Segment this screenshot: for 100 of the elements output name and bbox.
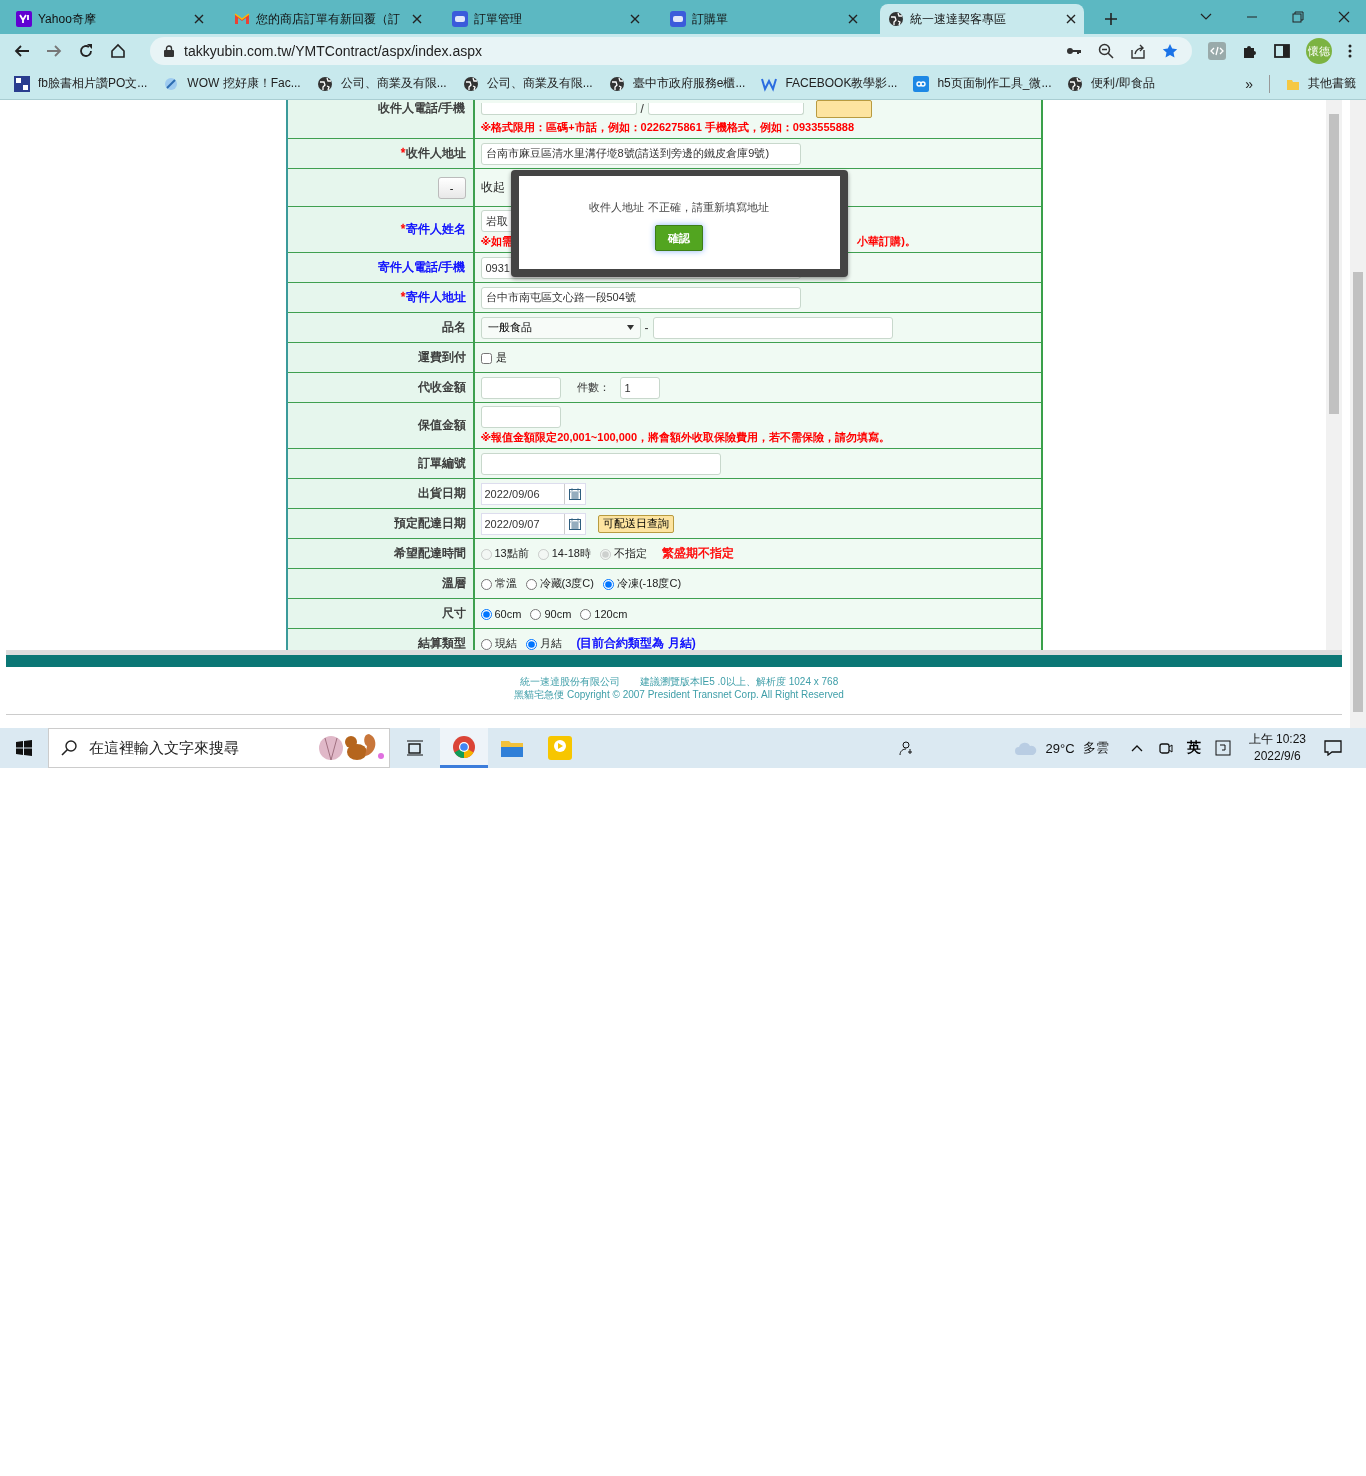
field-label: 結算類型 (417, 635, 466, 650)
star-icon[interactable] (1162, 43, 1178, 59)
count-field[interactable]: 1 (619, 376, 660, 399)
browser-tab[interactable]: Yahoo奇摩 (8, 4, 212, 34)
more-icon[interactable] (1348, 43, 1352, 59)
task-view-icon[interactable] (406, 740, 424, 756)
globe-icon (1067, 75, 1084, 92)
bookmark[interactable]: 公司、商業及有限... (462, 75, 593, 92)
note-text: ※報值金額限定20,001~100,000，將會額外收取保險費用，若不需保險，請勿填寫。 (480, 430, 892, 445)
browser-tab[interactable]: 統一速達契客專區 (880, 4, 1084, 34)
meet-icon[interactable] (1158, 741, 1173, 755)
radio-label: 60cm (494, 607, 522, 620)
restore-icon[interactable] (1292, 11, 1304, 23)
scrollbar[interactable] (1350, 100, 1366, 728)
close-icon[interactable] (848, 14, 858, 24)
field-label: 保值金額 (417, 417, 466, 434)
bookmark[interactable]: 便利/即食品 (1067, 75, 1155, 92)
notification-icon[interactable] (1324, 740, 1342, 756)
windows-start-icon[interactable] (16, 740, 32, 756)
radio-button[interactable] (480, 639, 492, 650)
bookmark[interactable]: fb臉書相片讚PO文... (14, 75, 148, 92)
bookmark[interactable]: h5页面制作工具_微... (913, 75, 1052, 92)
browser-tab[interactable]: 訂單管理 (444, 4, 648, 34)
checkbox[interactable] (480, 353, 492, 364)
calendar-icon[interactable] (568, 487, 581, 500)
chevron-down-icon[interactable] (1200, 13, 1212, 21)
text-field[interactable]: 台中市南屯區文心路一段504號 (480, 286, 801, 309)
radio-button[interactable] (480, 609, 492, 620)
delivery-date-query-button[interactable]: 可配送日查詢 (597, 514, 674, 533)
section-text: 收起 (480, 179, 506, 196)
item-name-field[interactable] (652, 316, 893, 339)
browser-tab[interactable]: 您的商店訂單有新回覆（訂 (226, 4, 430, 34)
clock-date[interactable]: 2022/9/6 (1253, 748, 1301, 765)
close-icon[interactable] (194, 14, 204, 24)
date-field[interactable]: 2022/09/06 (480, 482, 586, 505)
radio-label: 不指定 (613, 546, 647, 561)
radio-button[interactable] (580, 609, 592, 620)
collapse-button[interactable]: - (437, 176, 466, 199)
address-bar[interactable]: takkyubin.com.tw/YMTContract/aspx/index.aspx (150, 37, 1192, 65)
radio-label: 13點前 (494, 546, 529, 561)
note-text: (目前合約類型為 月結) (576, 635, 696, 650)
text-field[interactable] (480, 452, 721, 475)
checkbox-label: 是 (495, 350, 507, 365)
radio-button[interactable] (530, 609, 542, 620)
close-icon[interactable] (1066, 14, 1076, 24)
clock-time[interactable]: 上午 10:23 (1248, 731, 1306, 748)
temperature-text: 29°C (1045, 740, 1075, 756)
calendar-icon[interactable] (568, 517, 581, 530)
side-panel-icon[interactable] (1274, 43, 1290, 59)
radio-button[interactable] (480, 579, 492, 590)
more-bookmarks-button[interactable]: » (1245, 75, 1253, 92)
tab-title: 訂單管理 (474, 10, 523, 28)
radio-label: 120cm (594, 607, 628, 620)
taskbar-search-box[interactable]: 在這裡輸入文字來搜尋 (48, 728, 390, 768)
weather-text: 多雲 (1082, 739, 1109, 757)
scrollbar[interactable] (1326, 100, 1342, 650)
radio-button[interactable] (525, 639, 537, 650)
bookmark[interactable]: WOW 挖好康！Fac... (163, 75, 301, 92)
date-field[interactable]: 2022/09/07 (480, 512, 586, 535)
reload-icon[interactable] (78, 43, 94, 59)
bookmark[interactable]: 公司、商業及有限... (316, 75, 447, 92)
browser-tab[interactable]: 訂購單 (662, 4, 866, 34)
bookmark[interactable]: 臺中市政府服務e櫃... (608, 75, 746, 92)
text-field[interactable] (480, 406, 561, 428)
radio-button[interactable] (602, 579, 614, 590)
close-icon[interactable] (1338, 11, 1350, 23)
mobile-field[interactable] (647, 103, 804, 115)
category-dropdown[interactable]: 一般食品 (480, 316, 641, 339)
folder-icon[interactable] (500, 738, 524, 758)
new-tab-icon[interactable] (1104, 12, 1118, 26)
other-bookmarks-folder[interactable]: 其他書籤 (1286, 75, 1356, 92)
forward-icon[interactable] (46, 43, 62, 59)
radio-label: 90cm (544, 607, 572, 620)
share-icon[interactable] (1130, 43, 1146, 59)
radio-button[interactable] (525, 579, 537, 590)
input-method-indicator[interactable]: 英 (1186, 739, 1201, 757)
footer-text: 黑貓宅急便 Copyright © 2007 President Transnet Corp. All Right Reserved (513, 688, 844, 701)
grid-logo-icon (14, 75, 30, 92)
chrome-icon[interactable] (452, 734, 476, 759)
field-label: 品名 (441, 319, 466, 336)
globe-icon (462, 75, 479, 92)
zoom-icon[interactable] (1098, 43, 1114, 59)
amount-field[interactable] (480, 376, 561, 399)
people-icon[interactable] (897, 740, 914, 756)
close-icon[interactable] (412, 14, 422, 24)
phone-field[interactable] (480, 103, 637, 115)
field-label: 出貨日期 (417, 485, 466, 502)
text-field[interactable]: 台南市麻豆區清水里溝仔墘8號(請送到旁邊的鐵皮倉庫9號) (480, 142, 801, 165)
globe-icon (888, 11, 904, 27)
code-extension-icon[interactable] (1208, 42, 1226, 60)
note-text: ※格式限用：區碼+市話，例如：0226275861 手機格式，例如：0933555888 (480, 120, 856, 135)
home-icon[interactable] (110, 43, 126, 59)
puzzle-icon[interactable] (1242, 43, 1258, 59)
bookmark[interactable]: FACEBOOK教學影... (761, 75, 898, 92)
field-label: 預定配達日期 (393, 515, 466, 532)
input-mode-icon[interactable] (1214, 740, 1231, 756)
close-icon[interactable] (630, 14, 640, 24)
back-icon[interactable] (14, 43, 30, 59)
chevron-up-icon[interactable] (1130, 744, 1143, 752)
tab-title: 訂購單 (692, 10, 729, 28)
